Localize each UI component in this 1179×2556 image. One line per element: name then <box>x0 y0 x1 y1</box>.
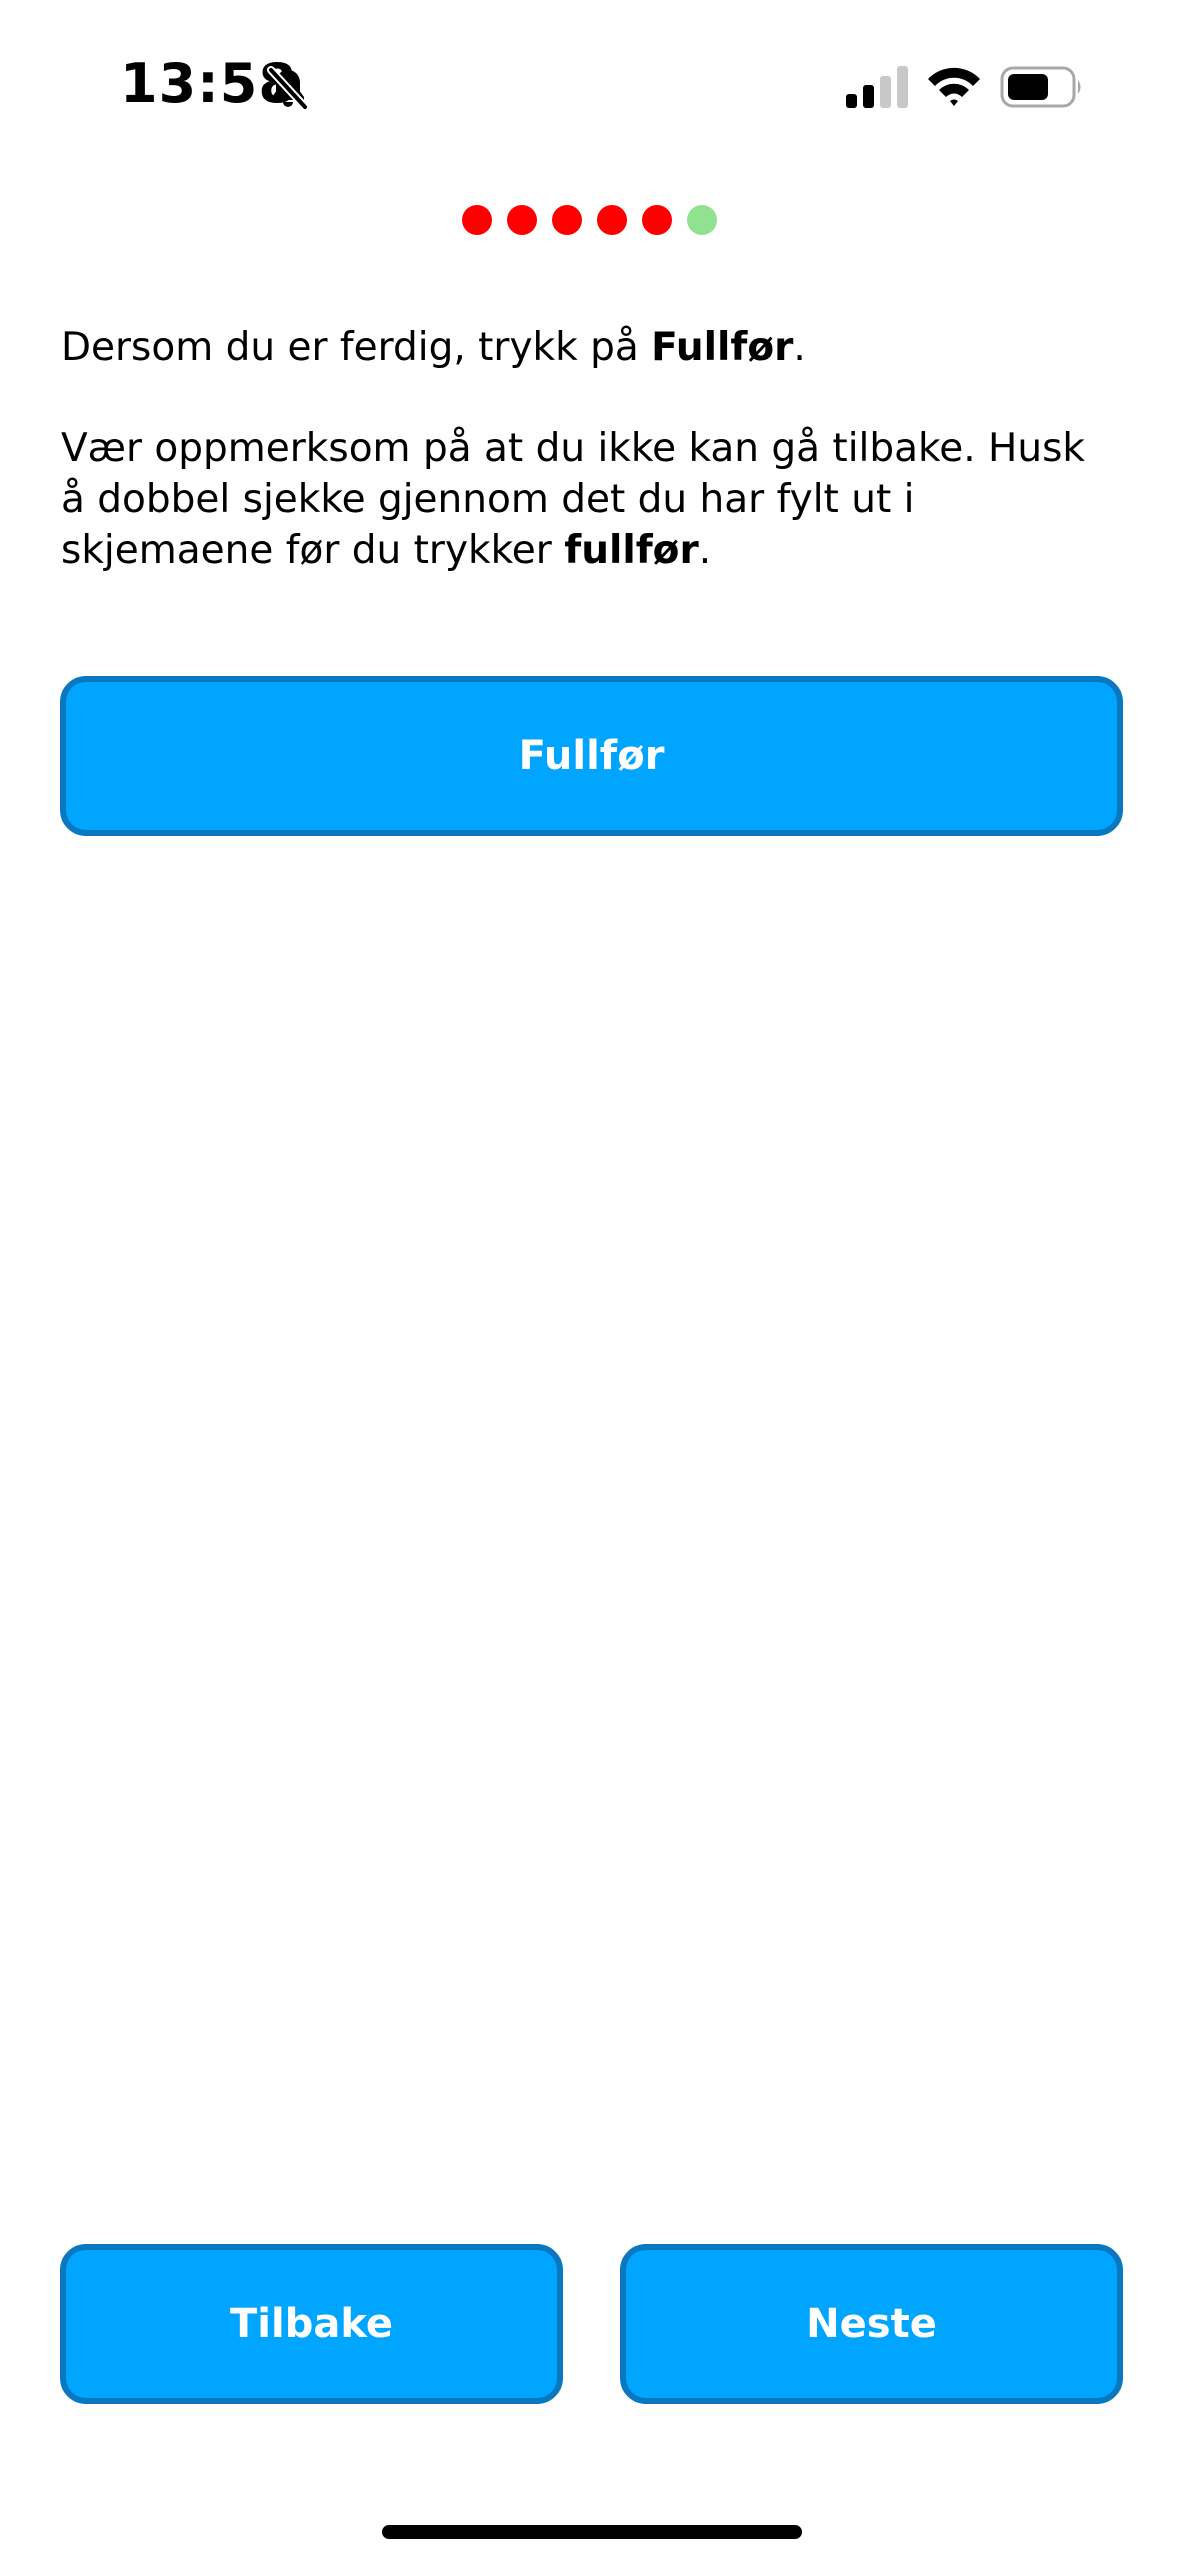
cellular-signal-icon <box>846 66 908 108</box>
progress-dot-completed <box>462 205 492 235</box>
finish-instruction: Dersom du er ferdig, trykk på Fullfør. <box>61 325 806 370</box>
back-button[interactable]: Tilbake <box>60 2244 563 2404</box>
progress-dot-current <box>687 205 717 235</box>
status-bar: 13:58 <box>0 0 1179 175</box>
progress-dot-completed <box>507 205 537 235</box>
back-button-label: Tilbake <box>230 2301 393 2347</box>
warning-instruction: Vær oppmerksom på at du ikke kan gå tilb… <box>61 426 1085 573</box>
finish-button-label: Fullfør <box>518 733 665 779</box>
wifi-icon <box>928 67 980 106</box>
progress-dot-completed <box>642 205 672 235</box>
progress-dot-completed <box>597 205 627 235</box>
progress-dot-completed <box>552 205 582 235</box>
battery-icon <box>1000 66 1081 108</box>
next-button-label: Neste <box>806 2301 937 2347</box>
next-button[interactable]: Neste <box>620 2244 1123 2404</box>
progress-indicator <box>0 205 1179 235</box>
finish-button[interactable]: Fullfør <box>60 676 1123 836</box>
bell-slash-icon <box>267 66 309 111</box>
instructions-text: Dersom du er ferdig, trykk på Fullfør. V… <box>61 322 1121 576</box>
home-indicator[interactable] <box>382 2525 802 2539</box>
